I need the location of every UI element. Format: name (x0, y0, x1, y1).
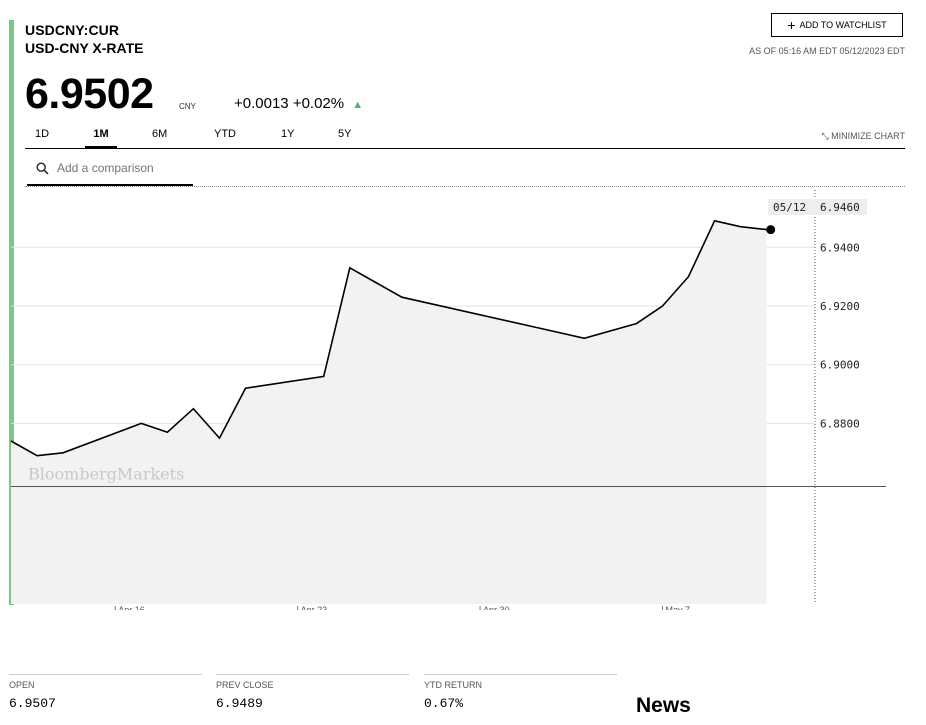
stat-label: OPEN (9, 680, 35, 690)
currency-label: CNY (179, 102, 196, 111)
minimize-chart-button[interactable]: ⤡ MINIMIZE CHART (821, 131, 905, 142)
crosshair-label: 05/12 6.9460 (768, 199, 867, 215)
y-tick-label: 6.8800 (820, 417, 860, 430)
x-axis: Apr 16 Apr 23 Apr 30 May 7 (114, 605, 690, 610)
crosshair-date: 05/12 (773, 201, 806, 214)
x-tick-label: Apr 23 (301, 605, 328, 610)
y-axis: 6.9400 6.9200 6.9000 6.8800 (820, 241, 860, 430)
current-price: 6.9502 (25, 70, 154, 118)
stat-value: 6.9489 (216, 696, 263, 711)
comparison-search-input[interactable] (55, 160, 194, 176)
up-triangle-icon: ▲ (352, 99, 364, 111)
comparison-search[interactable] (27, 156, 194, 186)
y-tick-label: 6.9200 (820, 300, 860, 313)
y-tick-label: 6.9400 (820, 241, 860, 254)
tab-ytd[interactable]: YTD (214, 128, 236, 146)
chart-watermark: BloombergMarkets (28, 465, 184, 484)
dotted-divider (25, 186, 905, 187)
stat-value: 6.9507 (9, 696, 56, 711)
crosshair-value: 6.9460 (820, 201, 860, 214)
price-change: +0.0013 +0.02% ▲ (234, 95, 363, 112)
news-heading: News (636, 694, 691, 717)
stat-ytd-return: YTD RETURN 0.67% (424, 674, 617, 711)
search-icon (36, 162, 49, 175)
plus-icon: + (787, 17, 796, 33)
tab-1d[interactable]: 1D (35, 128, 49, 146)
stat-label: YTD RETURN (424, 680, 482, 690)
minimize-chart-label: MINIMIZE CHART (831, 131, 905, 141)
ticker-symbol: USDCNY:CUR (25, 22, 120, 38)
stat-prev-close: PREV CLOSE 6.9489 (216, 674, 409, 711)
collapse-arrows-icon: ⤡ (821, 131, 829, 141)
x-tick-label: May 7 (665, 605, 690, 610)
price-area (11, 220, 767, 605)
price-chart[interactable]: BloombergMarkets 05/12 6.9460 6.9400 6.920… (0, 190, 900, 610)
tab-1m[interactable]: 1M (85, 128, 117, 148)
change-value: +0.0013 (234, 95, 289, 112)
divider (25, 148, 905, 149)
stat-value: 0.67% (424, 696, 464, 711)
tab-5y[interactable]: 5Y (338, 128, 351, 146)
add-to-watchlist-button[interactable]: + ADD TO WATCHLIST (771, 13, 903, 37)
y-tick-label: 6.9000 (820, 359, 860, 372)
tab-1y[interactable]: 1Y (281, 128, 294, 146)
last-price-marker (766, 225, 776, 235)
stat-open: OPEN 6.9507 (9, 674, 202, 711)
x-tick-label: Apr 16 (118, 605, 145, 610)
tab-6m[interactable]: 6M (152, 128, 167, 146)
security-name: USD-CNY X-RATE (25, 40, 144, 56)
as-of-timestamp: AS OF 05:16 AM EDT 05/12/2023 EDT (749, 46, 905, 56)
change-percent: +0.02% (292, 95, 345, 112)
add-to-watchlist-label: ADD TO WATCHLIST (799, 20, 887, 30)
stat-label: PREV CLOSE (216, 680, 274, 690)
x-tick-label: Apr 30 (483, 605, 510, 610)
